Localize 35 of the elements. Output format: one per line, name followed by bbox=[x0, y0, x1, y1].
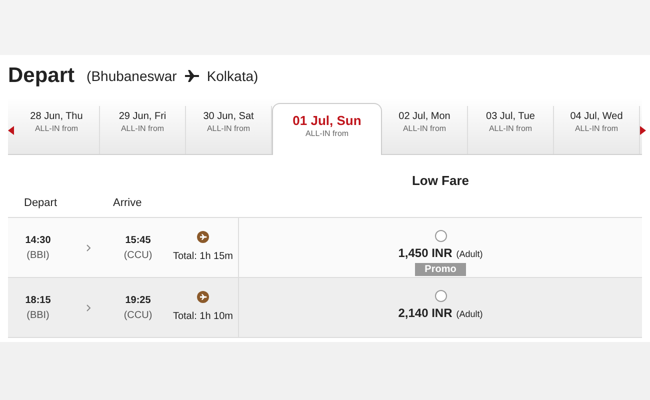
column-header: Arrive bbox=[113, 196, 142, 210]
fare-radio[interactable] bbox=[434, 290, 446, 302]
passenger-type: (Adult) bbox=[456, 248, 483, 261]
date-tab[interactable]: 01 Jul, Sun ALL-IN from bbox=[272, 103, 382, 155]
plane-circle-icon bbox=[197, 231, 209, 243]
airport-code: (CCU) bbox=[124, 248, 152, 262]
flight-duration: Total: 1h 10m bbox=[172, 310, 234, 324]
fare-price: 2,140 INR bbox=[398, 305, 452, 322]
promo-badge: Promo bbox=[414, 263, 466, 276]
airport-code: (BBI) bbox=[26, 308, 50, 322]
airport-code: (CCU) bbox=[124, 308, 152, 322]
fare-price: 1,450 INR bbox=[398, 245, 452, 262]
chevron-icon bbox=[86, 304, 90, 312]
flight-time: 18:15 bbox=[25, 294, 51, 308]
date-tab[interactable]: 28 Jun, Thu ALL-IN from bbox=[14, 106, 100, 154]
route-destination: Kolkata) bbox=[206, 66, 258, 86]
flight-time: 15:45 bbox=[125, 234, 151, 248]
fare-radio[interactable] bbox=[434, 230, 446, 242]
flight-time: 14:30 bbox=[25, 234, 51, 248]
flight-duration: Total: 1h 15m bbox=[172, 250, 234, 264]
passenger-type: (Adult) bbox=[456, 308, 483, 321]
airport-code: (BBI) bbox=[26, 248, 50, 262]
fare-header: Low Fare bbox=[412, 172, 470, 190]
right-arrow-icon bbox=[640, 126, 646, 134]
page-title: Depart bbox=[8, 63, 75, 90]
date-tab[interactable]: 02 Jul, Mon ALL-IN from bbox=[382, 106, 468, 154]
route-origin: (Bhubaneswar bbox=[86, 66, 177, 86]
column-header: Depart bbox=[23, 196, 58, 210]
plane-circle-icon bbox=[197, 291, 209, 303]
chevron-icon bbox=[86, 244, 90, 252]
date-tab[interactable]: 29 Jun, Fri ALL-IN from bbox=[100, 106, 186, 154]
left-arrow-icon bbox=[8, 126, 14, 134]
plane-icon bbox=[184, 70, 199, 82]
date-tab[interactable]: 03 Jul, Tue ALL-IN from bbox=[468, 106, 554, 154]
flight-time: 19:25 bbox=[125, 294, 151, 308]
